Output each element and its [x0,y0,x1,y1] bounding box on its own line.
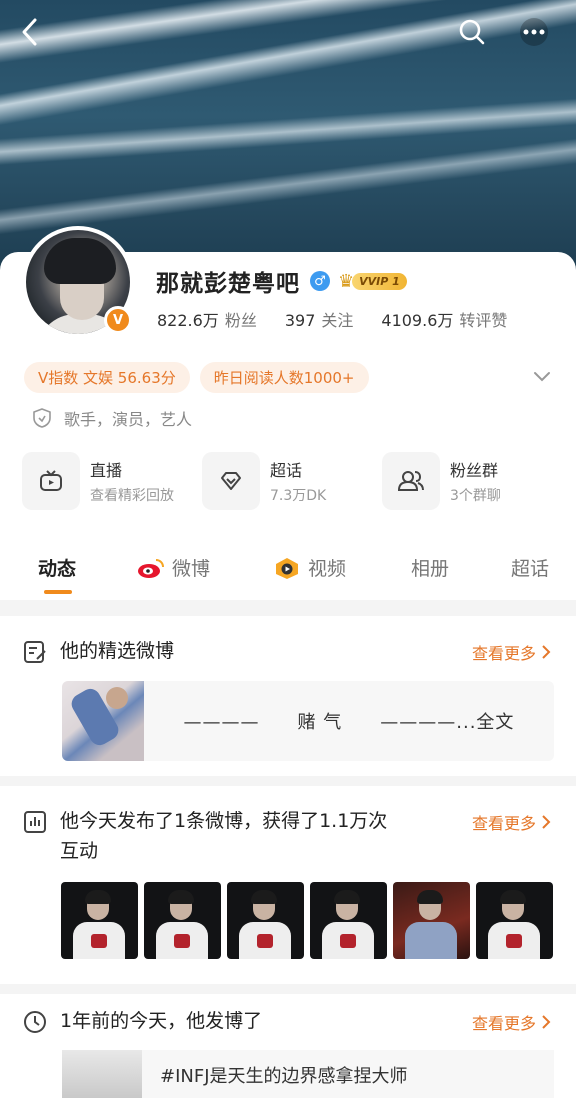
search-icon [459,19,485,45]
memory-title: 1年前的今天，他发博了 [60,1010,263,1032]
chevron-down-icon [534,372,550,382]
avatar[interactable]: V [22,226,134,338]
featured-see-more[interactable]: 查看更多 [472,640,552,664]
featured-snippet: ———— 赌 气 ————...全文 [183,712,515,733]
today-title-line2: 互动 [60,840,99,862]
featured-post[interactable]: ———— 赌 气 ————...全文 [62,681,554,761]
entry-supertopic[interactable]: 超话 7.3万DK [202,452,382,510]
bio: 歌手，演员，艺人 [32,406,192,430]
entry-live[interactable]: 直播 查看精彩回放 [22,452,202,510]
badge-pills: V指数 文娱 56.63分 昨日阅读人数1000+ [24,362,379,393]
photo-thumbnail[interactable] [393,882,470,959]
name-row: 那就彭楚粤吧 ♂ ♛ VVIP 1 [156,264,407,298]
today-see-more[interactable]: 查看更多 [472,810,552,834]
more-button[interactable] [516,14,552,50]
readers-pill[interactable]: 昨日阅读人数1000+ [199,362,369,393]
featured-thumbnail [62,681,144,761]
featured-title: 他的精选微博 [60,640,175,662]
weibo-icon [138,558,164,578]
photo-thumbnail[interactable] [61,882,138,959]
chevron-right-icon [542,815,551,829]
chevron-left-icon [22,18,37,46]
tab-weibo[interactable]: 微博 [136,554,210,581]
more-dots-icon [520,18,548,46]
group-icon [397,471,424,491]
back-button[interactable] [12,14,48,50]
tab-feed[interactable]: 动态 [38,554,76,581]
diamond-icon [221,472,241,490]
tab-supertopic[interactable]: 超话 [511,554,549,581]
search-button[interactable] [454,14,490,50]
shield-icon [33,408,51,428]
stats: 822.6万 粉丝 397 关注 4109.6万 转评赞 [157,307,535,331]
active-tab-indicator [44,590,72,594]
tab-video[interactable]: 视频 [272,554,346,581]
today-title-line1: 他今天发布了1条微博，获得了1.1万次 [60,810,388,832]
photo-thumbnail[interactable] [227,882,304,959]
memory-text: #INFJ是天生的边界感拿捏大师 [160,1066,408,1087]
video-icon [276,557,298,579]
chevron-right-icon [542,1015,551,1029]
tab-bar: 动态 微博 视频 相册 超话 [0,548,576,596]
tv-icon [40,470,62,491]
stat-followers[interactable]: 822.6万 粉丝 [157,307,257,331]
male-icon: ♂ [310,271,330,291]
tab-album[interactable]: 相册 [411,554,449,581]
memory-thumbnail[interactable] [62,1050,142,1098]
photo-thumbnail[interactable] [476,882,553,959]
photo-thumbnail[interactable] [310,882,387,959]
entry-row: 直播 查看精彩回放 超话 7.3万DK 粉丝群 3个群聊 [22,452,562,510]
stats-icon [24,811,46,833]
featured-icon [24,641,46,663]
memory-see-more[interactable]: 查看更多 [472,1010,552,1034]
clock-icon [24,1011,46,1033]
v-index-pill[interactable]: V指数 文娱 56.63分 [24,362,190,393]
stat-following[interactable]: 397 关注 [285,307,354,331]
photo-strip [61,882,553,959]
stat-likes[interactable]: 4109.6万 转评赞 [381,307,507,331]
photo-thumbnail[interactable] [144,882,221,959]
verified-badge: V [104,306,132,334]
vip-badge[interactable]: ♛ VVIP 1 [338,271,407,292]
expand-button[interactable] [532,366,552,390]
chevron-right-icon [542,645,551,659]
username: 那就彭楚粤吧 [156,271,300,297]
entry-fan-group[interactable]: 粉丝群 3个群聊 [382,452,562,510]
